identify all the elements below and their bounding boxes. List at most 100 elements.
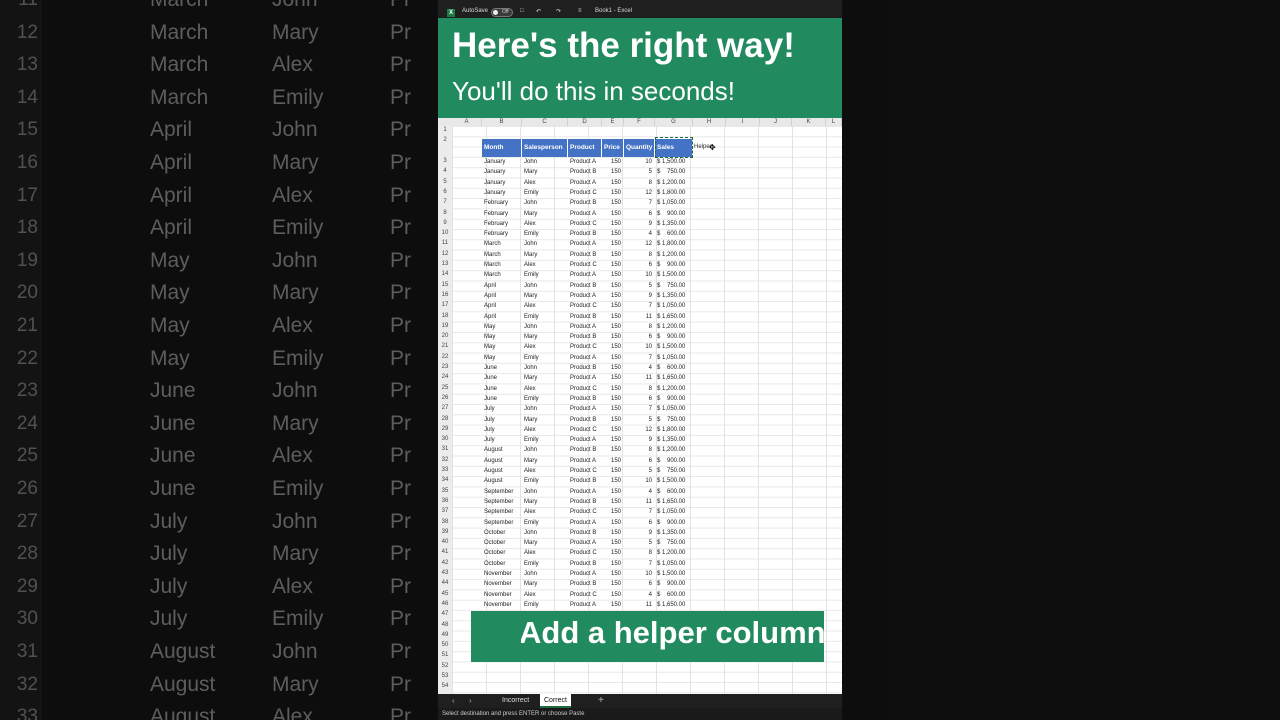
table-cell[interactable]: February [484, 198, 508, 208]
row-header[interactable]: 35 [438, 488, 452, 494]
table-cell[interactable]: Product C [570, 548, 597, 558]
row-header[interactable]: 1 [438, 127, 452, 133]
table-cell[interactable]: 9 [624, 291, 652, 301]
table-cell[interactable]: 150 [602, 404, 621, 414]
table-cell[interactable]: 150 [602, 569, 621, 579]
table-cell[interactable]: October [484, 548, 505, 558]
table-cell[interactable]: $ 900.00 [657, 518, 685, 528]
table-cell[interactable]: Mary [524, 373, 537, 383]
table-cell[interactable]: Alex [524, 219, 536, 229]
table-cell[interactable]: $ 1,350.00 [657, 435, 685, 445]
table-cell[interactable]: 8 [624, 384, 652, 394]
table-cell[interactable]: 150 [602, 209, 621, 219]
table-cell[interactable]: John [524, 363, 537, 373]
column-header-l[interactable]: L [826, 118, 842, 126]
row-header[interactable]: 12 [438, 251, 452, 257]
table-cell[interactable]: $ 1,650.00 [657, 497, 685, 507]
table-cell[interactable]: Product A [570, 270, 596, 280]
table-cell[interactable]: Product B [570, 476, 596, 486]
table-cell[interactable]: Product A [570, 456, 596, 466]
table-cell[interactable]: 5 [624, 415, 652, 425]
table-cell[interactable]: Alex [524, 425, 536, 435]
table-cell[interactable]: August [484, 445, 503, 455]
table-cell[interactable]: $ 1,800.00 [657, 239, 685, 249]
table-cell[interactable]: November [484, 590, 512, 600]
row-header[interactable]: 17 [438, 302, 452, 308]
row-header[interactable]: 2 [438, 137, 452, 143]
table-cell[interactable]: 150 [602, 507, 621, 517]
table-cell[interactable]: 150 [602, 301, 621, 311]
table-cell[interactable]: 10 [624, 157, 652, 167]
table-cell[interactable]: 150 [602, 332, 621, 342]
table-cell[interactable]: Product A [570, 538, 596, 548]
table-cell[interactable]: 150 [602, 435, 621, 445]
table-cell[interactable]: 150 [602, 291, 621, 301]
table-cell[interactable]: February [484, 209, 508, 219]
table-cell[interactable]: 150 [602, 229, 621, 239]
table-cell[interactable]: Mary [524, 415, 537, 425]
table-cell[interactable]: Mary [524, 538, 537, 548]
table-cell[interactable]: January [484, 157, 505, 167]
table-cell[interactable]: Mary [524, 250, 537, 260]
row-header[interactable]: 15 [438, 282, 452, 288]
column-header-j[interactable]: J [760, 118, 792, 126]
row-header[interactable]: 16 [438, 292, 452, 298]
table-cell[interactable]: 8 [624, 250, 652, 260]
table-cell[interactable]: October [484, 538, 505, 548]
column-header-c[interactable]: C [522, 118, 568, 126]
table-cell[interactable]: Alex [524, 301, 536, 311]
table-cell[interactable]: November [484, 569, 512, 579]
table-cell[interactable]: John [524, 198, 537, 208]
table-cell[interactable]: 150 [602, 487, 621, 497]
table-cell[interactable]: 5 [624, 466, 652, 476]
column-header-h[interactable]: H [693, 118, 726, 126]
table-cell[interactable]: $ 1,650.00 [657, 312, 685, 322]
table-cell[interactable]: 150 [602, 198, 621, 208]
table-cell[interactable]: Product A [570, 353, 596, 363]
table-cell[interactable]: January [484, 188, 505, 198]
table-cell[interactable]: Product A [570, 518, 596, 528]
table-cell[interactable]: Product A [570, 322, 596, 332]
row-header[interactable]: 13 [438, 261, 452, 267]
row-header[interactable]: 34 [438, 477, 452, 483]
table-cell[interactable]: $ 1,350.00 [657, 528, 685, 538]
table-cell[interactable]: $ 1,050.00 [657, 198, 685, 208]
row-header[interactable]: 19 [438, 323, 452, 329]
table-cell[interactable]: John [524, 281, 537, 291]
table-cell[interactable]: 4 [624, 590, 652, 600]
table-cell[interactable]: 150 [602, 178, 621, 188]
row-header[interactable]: 50 [438, 642, 452, 648]
table-cell[interactable]: 150 [602, 518, 621, 528]
table-cell[interactable]: Emily [524, 600, 539, 610]
table-cell[interactable]: Product B [570, 167, 596, 177]
table-cell[interactable]: Mary [524, 209, 537, 219]
table-cell[interactable]: Alex [524, 590, 536, 600]
table-cell[interactable]: 6 [624, 394, 652, 404]
table-cell[interactable]: Product A [570, 600, 596, 610]
table-header-cell[interactable]: Quantity [624, 139, 655, 157]
table-cell[interactable]: 4 [624, 487, 652, 497]
table-cell[interactable]: Product B [570, 579, 596, 589]
table-cell[interactable]: 8 [624, 548, 652, 558]
table-header-cell[interactable]: Product [568, 139, 602, 157]
table-cell[interactable]: $ 1,050.00 [657, 301, 685, 311]
table-cell[interactable]: 8 [624, 445, 652, 455]
row-header[interactable]: 42 [438, 560, 452, 566]
table-cell[interactable]: 9 [624, 528, 652, 538]
table-cell[interactable]: Emily [524, 435, 539, 445]
table-cell[interactable]: $ 1,650.00 [657, 373, 685, 383]
row-header[interactable]: 23 [438, 364, 452, 370]
table-cell[interactable]: September [484, 507, 513, 517]
row-header[interactable]: 28 [438, 416, 452, 422]
table-cell[interactable]: $ 600.00 [657, 229, 685, 239]
table-cell[interactable]: $ 1,200.00 [657, 384, 685, 394]
table-cell[interactable]: March [484, 260, 501, 270]
table-cell[interactable]: John [524, 157, 537, 167]
table-cell[interactable]: 150 [602, 157, 621, 167]
row-header[interactable]: 18 [438, 313, 452, 319]
table-cell[interactable]: $ 900.00 [657, 332, 685, 342]
table-cell[interactable]: July [484, 435, 495, 445]
table-cell[interactable]: Emily [524, 353, 539, 363]
table-cell[interactable]: John [524, 569, 537, 579]
table-cell[interactable]: June [484, 394, 497, 404]
